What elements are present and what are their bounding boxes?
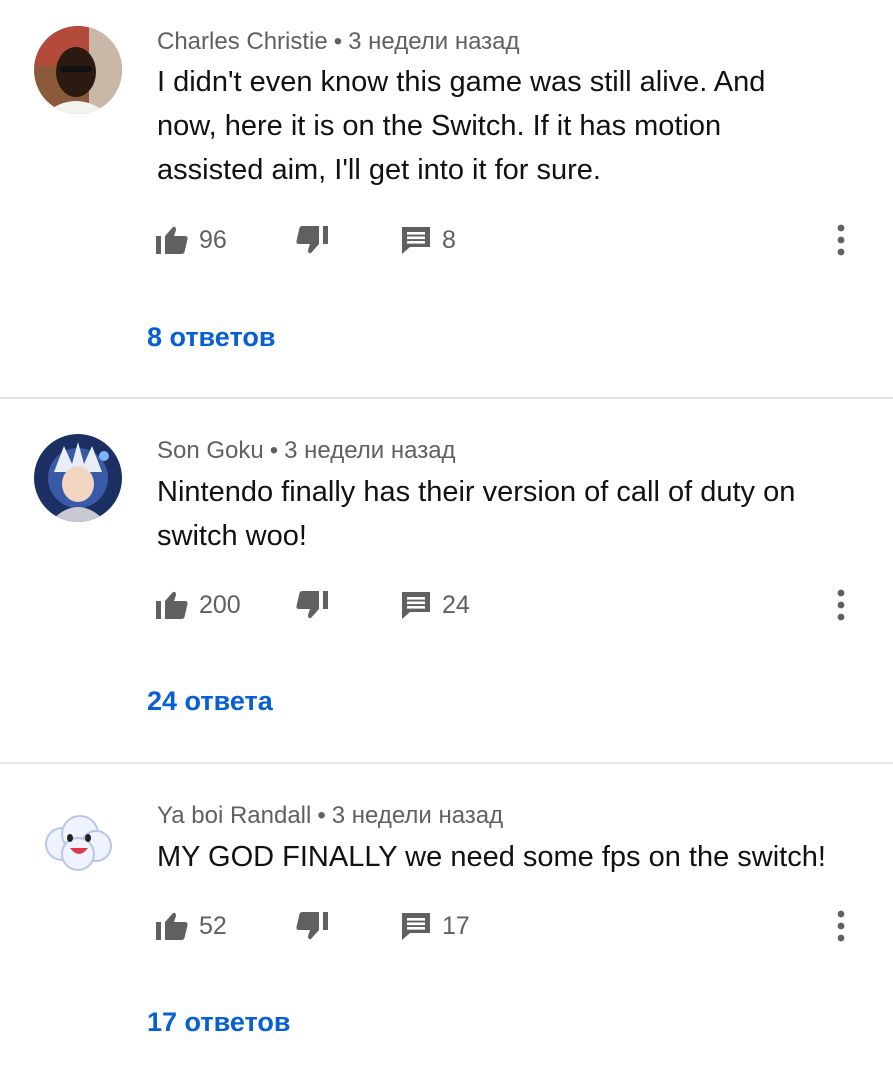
like-button[interactable]: 96	[155, 220, 227, 260]
comment-icon	[400, 589, 432, 621]
thumbs-up-icon	[155, 225, 189, 255]
view-replies-link[interactable]: 24 ответа	[147, 686, 273, 717]
comment-time: 3 недели назад	[331, 802, 504, 829]
meta-separator: •	[317, 802, 326, 829]
avatar[interactable]	[34, 26, 122, 114]
comment-text: Nintendo finally has their version of ca…	[157, 470, 857, 558]
like-button[interactable]: 200	[155, 585, 241, 625]
avatar-photo	[34, 26, 122, 114]
comment-text-line: switch woo!	[157, 520, 307, 552]
more-vertical-icon[interactable]	[835, 587, 847, 623]
comment-text: MY GOD FINALLY we need some fps on the s…	[157, 835, 857, 879]
meta-separator: •	[269, 437, 279, 464]
thumbs-down-icon	[295, 911, 329, 941]
comment-text: I didn't even know this game was still a…	[157, 60, 857, 192]
comment: Ya boi Randall • 3 недели назад MY GOD FIN…	[0, 764, 893, 1080]
reply-button[interactable]: 8	[400, 220, 456, 260]
reply-count: 17	[442, 911, 470, 940]
comment-text-line: I didn't even know this game was still a…	[157, 66, 766, 98]
dislike-button[interactable]	[295, 906, 329, 946]
comment-actions: 96 8	[155, 220, 875, 260]
comment-text-line: assisted aim, I'll get into it for sure.	[157, 154, 601, 186]
comment-text-line: Nintendo finally has their version of ca…	[157, 476, 796, 508]
author-name[interactable]: Charles Christie	[157, 28, 328, 55]
avatar[interactable]	[34, 434, 122, 522]
comment-icon	[400, 910, 432, 942]
reply-button[interactable]: 24	[400, 585, 470, 625]
meta-separator: •	[333, 28, 343, 55]
author-name[interactable]: Son Goku	[157, 437, 264, 464]
reply-count: 8	[442, 225, 456, 254]
reply-button[interactable]: 17	[400, 906, 470, 946]
comment: Son Goku • 3 недели назад Nintendo finally…	[0, 399, 893, 763]
comment-meta: Charles Christie • 3 недели назад	[157, 28, 520, 56]
more-vertical-icon[interactable]	[835, 222, 847, 258]
cloud-face-icon	[34, 800, 122, 888]
comment-icon	[400, 224, 432, 256]
comment: Charles Christie • 3 недели назад I didn't…	[0, 0, 893, 398]
comment-actions: 52 17	[155, 906, 875, 946]
reply-count: 24	[442, 590, 470, 619]
author-name[interactable]: Ya boi Randall	[157, 802, 311, 829]
like-count: 52	[199, 911, 227, 940]
view-replies-link[interactable]: 17 ответов	[147, 1007, 290, 1038]
like-count: 200	[199, 590, 241, 619]
comment-time: 3 недели назад	[348, 28, 520, 55]
comment-text-line: now, here it is on the Switch. If it has…	[157, 110, 722, 142]
like-count: 96	[199, 225, 227, 254]
avatar-image	[34, 434, 122, 522]
comment-actions: 200 24	[155, 585, 875, 625]
view-replies-link[interactable]: 8 ответов	[147, 322, 275, 353]
thumbs-down-icon	[295, 225, 329, 255]
more-vertical-icon[interactable]	[835, 908, 847, 944]
thumbs-down-icon	[295, 590, 329, 620]
thumbs-up-icon	[155, 590, 189, 620]
thumbs-up-icon	[155, 911, 189, 941]
comment-meta: Ya boi Randall • 3 недели назад	[157, 802, 503, 830]
comment-time: 3 недели назад	[284, 437, 456, 464]
like-button[interactable]: 52	[155, 906, 227, 946]
avatar[interactable]	[34, 800, 122, 888]
dislike-button[interactable]	[295, 220, 329, 260]
dislike-button[interactable]	[295, 585, 329, 625]
comment-text-line: MY GOD FINALLY we need some fps on the s…	[157, 841, 826, 873]
comment-meta: Son Goku • 3 недели назад	[157, 437, 456, 465]
